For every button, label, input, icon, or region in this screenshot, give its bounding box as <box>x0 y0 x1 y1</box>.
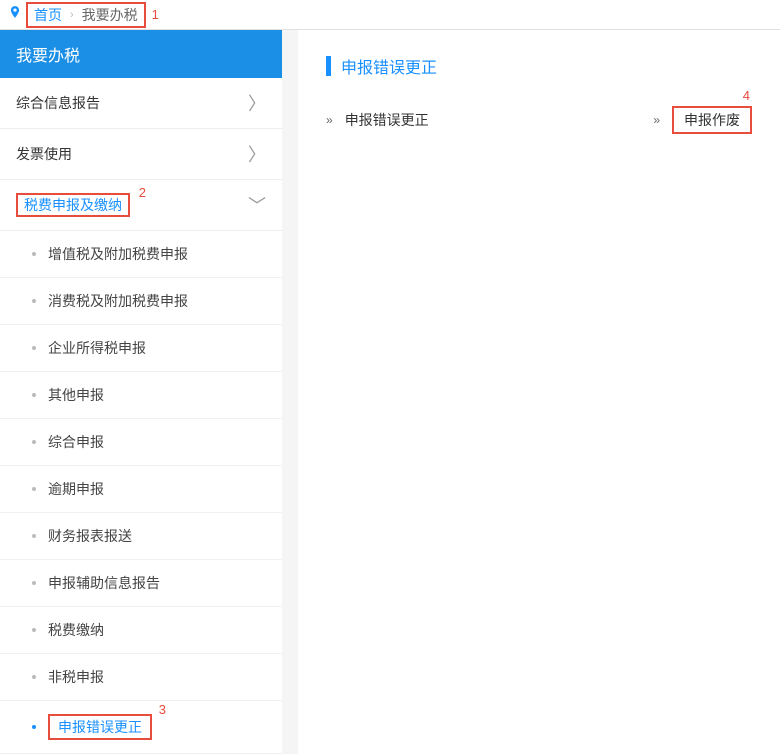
sidebar-subitem-consumption[interactable]: 消费税及附加税费申报 <box>0 278 282 325</box>
sidebar-subitem-auxiliary[interactable]: 申报辅助信息报告 <box>0 560 282 607</box>
double-chevron-right-icon: » <box>326 113 333 127</box>
content-panel: 申报错误更正 » 申报错误更正 4 » 申报作废 <box>298 30 780 754</box>
content-item-label: 申报作废 <box>684 112 740 128</box>
location-icon <box>8 5 22 24</box>
sidebar-subitem-other[interactable]: 其他申报 <box>0 372 282 419</box>
annotation-3: 3 <box>159 702 166 717</box>
sidebar-title: 我要办税 <box>0 30 282 78</box>
sidebar-subitem-label: 申报辅助信息报告 <box>48 573 160 593</box>
sidebar: 我要办税 综合信息报告 〉 发票使用 〉 税费申报及缴纳 2 ﹀ 增值税及附加税… <box>0 30 282 754</box>
sidebar-subitem-label: 财务报表报送 <box>48 526 132 546</box>
annotation-2: 2 <box>139 185 146 200</box>
breadcrumb-current: 我要办税 <box>82 5 138 25</box>
sidebar-sublist: 增值税及附加税费申报 消费税及附加税费申报 企业所得税申报 其他申报 综合申报 … <box>0 231 282 754</box>
content-header: 申报错误更正 <box>326 54 752 78</box>
sidebar-cat-info-report[interactable]: 综合信息报告 〉 <box>0 78 282 129</box>
sidebar-subitem-enterprise[interactable]: 企业所得税申报 <box>0 325 282 372</box>
sidebar-subitem-label: 企业所得税申报 <box>48 338 146 358</box>
sidebar-subitem-nontax[interactable]: 非税申报 <box>0 654 282 701</box>
chevron-down-icon: ﹀ <box>248 192 266 218</box>
sidebar-subitem-overdue[interactable]: 逾期申报 <box>0 466 282 513</box>
content-item-correction[interactable]: » 申报错误更正 <box>326 106 429 134</box>
content-item-highlight-box: 申报作废 <box>672 106 752 134</box>
annotation-1: 1 <box>152 7 159 22</box>
content-header-bar-icon <box>326 56 331 76</box>
content-item-void[interactable]: 4 » 申报作废 <box>653 106 752 134</box>
sidebar-subitem-correction[interactable]: 申报错误更正 3 <box>0 701 282 754</box>
breadcrumb-separator: › <box>70 9 74 21</box>
sidebar-cat-tax-declare[interactable]: 税费申报及缴纳 2 ﹀ <box>0 180 282 231</box>
sidebar-cat-label: 发票使用 <box>16 144 72 164</box>
breadcrumb-highlight-box: 首页 › 我要办税 <box>26 2 146 28</box>
sidebar-subitem-label: 消费税及附加税费申报 <box>48 291 188 311</box>
sidebar-cat-label: 综合信息报告 <box>16 93 100 113</box>
sidebar-subitem-label: 申报错误更正 <box>58 719 142 735</box>
sidebar-subitem-label: 逾期申报 <box>48 479 104 499</box>
sidebar-subitem-label: 税费缴纳 <box>48 620 104 640</box>
chevron-right-icon: 〉 <box>248 141 266 167</box>
sidebar-cat-invoice[interactable]: 发票使用 〉 <box>0 129 282 180</box>
sidebar-subitem-label: 其他申报 <box>48 385 104 405</box>
double-chevron-right-icon: » <box>653 113 660 127</box>
sidebar-subitem-comprehensive[interactable]: 综合申报 <box>0 419 282 466</box>
sidebar-subitem-tax-payment[interactable]: 税费缴纳 <box>0 607 282 654</box>
annotation-4: 4 <box>743 88 750 103</box>
sidebar-subitem-financial[interactable]: 财务报表报送 <box>0 513 282 560</box>
sidebar-cat-label: 税费申报及缴纳 <box>24 197 122 213</box>
content-title: 申报错误更正 <box>341 54 437 78</box>
breadcrumb-home-link[interactable]: 首页 <box>34 5 62 25</box>
chevron-right-icon: 〉 <box>248 90 266 116</box>
breadcrumb: 首页 › 我要办税 1 <box>0 0 780 30</box>
sidebar-subitem-vat[interactable]: 增值税及附加税费申报 <box>0 231 282 278</box>
sidebar-cat-highlight-box: 税费申报及缴纳 <box>16 193 130 217</box>
sidebar-subitem-highlight-box: 申报错误更正 <box>48 714 152 740</box>
content-item-label: 申报错误更正 <box>345 110 429 130</box>
sidebar-subitem-label: 综合申报 <box>48 432 104 452</box>
sidebar-subitem-label: 增值税及附加税费申报 <box>48 244 188 264</box>
sidebar-subitem-label: 非税申报 <box>48 667 104 687</box>
